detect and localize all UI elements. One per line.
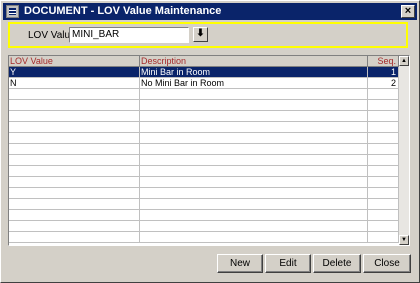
cell-seq[interactable] xyxy=(368,210,399,221)
cell-lov-value[interactable] xyxy=(9,210,140,221)
cell-description[interactable] xyxy=(140,221,368,232)
scroll-down-button[interactable]: ▼ xyxy=(399,235,409,245)
cell-lov-value[interactable] xyxy=(9,122,140,133)
table-row[interactable] xyxy=(9,210,399,221)
table-row[interactable] xyxy=(9,177,399,188)
delete-button[interactable]: Delete xyxy=(313,254,361,273)
lov-value-input[interactable]: MINI_BAR xyxy=(69,27,189,43)
table-row[interactable] xyxy=(9,188,399,199)
down-arrow-icon: ▼ xyxy=(401,237,407,243)
action-buttons: New Edit Delete Close xyxy=(217,254,411,273)
cell-seq[interactable] xyxy=(368,155,399,166)
cell-seq[interactable]: 2 xyxy=(368,78,399,89)
edit-button[interactable]: Edit xyxy=(265,254,311,273)
table-row[interactable] xyxy=(9,111,399,122)
cell-description[interactable] xyxy=(140,155,368,166)
cell-seq[interactable] xyxy=(368,232,399,243)
table-row[interactable] xyxy=(9,155,399,166)
cell-lov-value[interactable]: N xyxy=(9,78,140,89)
cell-seq[interactable] xyxy=(368,100,399,111)
table-row[interactable] xyxy=(9,232,399,243)
cell-description[interactable] xyxy=(140,177,368,188)
cell-description[interactable] xyxy=(140,210,368,221)
table-row[interactable] xyxy=(9,122,399,133)
new-button[interactable]: New xyxy=(217,254,263,273)
cell-seq[interactable] xyxy=(368,166,399,177)
table-row[interactable] xyxy=(9,133,399,144)
table-row[interactable]: N No Mini Bar in Room 2 xyxy=(9,78,399,89)
close-button[interactable]: Close xyxy=(363,254,411,273)
table-row[interactable] xyxy=(9,166,399,177)
cell-lov-value[interactable] xyxy=(9,188,140,199)
cell-lov-value[interactable] xyxy=(9,199,140,210)
cell-description[interactable] xyxy=(140,122,368,133)
cell-description[interactable]: No Mini Bar in Room xyxy=(140,78,368,89)
lov-search-panel: LOV Value MINI_BAR ⬇ xyxy=(8,22,408,48)
table-row[interactable] xyxy=(9,89,399,100)
cell-lov-value[interactable] xyxy=(9,89,140,100)
cell-seq[interactable] xyxy=(368,221,399,232)
grid-header: LOV Value Description Seq. xyxy=(9,56,399,67)
cell-description[interactable] xyxy=(140,100,368,111)
table-row[interactable] xyxy=(9,221,399,232)
cell-description[interactable] xyxy=(140,111,368,122)
table-row[interactable] xyxy=(9,144,399,155)
cell-lov-value[interactable] xyxy=(9,166,140,177)
window-title: DOCUMENT - LOV Value Maintenance xyxy=(24,5,222,17)
cell-lov-value[interactable] xyxy=(9,111,140,122)
cell-description[interactable] xyxy=(140,199,368,210)
table-row[interactable] xyxy=(9,100,399,111)
cell-description[interactable] xyxy=(140,188,368,199)
cell-lov-value[interactable]: Y xyxy=(9,67,140,78)
title-bar[interactable]: DOCUMENT - LOV Value Maintenance × xyxy=(3,3,417,20)
close-window-button[interactable]: × xyxy=(401,5,415,18)
table-row[interactable]: Y Mini Bar in Room 1 xyxy=(9,67,399,78)
cell-seq[interactable] xyxy=(368,144,399,155)
down-arrow-icon: ⬇ xyxy=(196,28,205,39)
cell-seq[interactable] xyxy=(368,188,399,199)
cell-lov-value[interactable] xyxy=(9,133,140,144)
cell-seq[interactable] xyxy=(368,122,399,133)
lov-lookup-button[interactable]: ⬇ xyxy=(193,27,208,42)
app-icon xyxy=(6,5,19,18)
vertical-scrollbar[interactable]: ▲ ▼ xyxy=(399,56,409,245)
cell-lov-value[interactable] xyxy=(9,155,140,166)
cell-lov-value[interactable] xyxy=(9,100,140,111)
table-row[interactable] xyxy=(9,199,399,210)
cell-description[interactable] xyxy=(140,166,368,177)
cell-lov-value[interactable] xyxy=(9,221,140,232)
grid-rows: Y Mini Bar in Room 1 N No Mini Bar in Room 2 xyxy=(9,67,399,243)
scroll-up-button[interactable]: ▲ xyxy=(399,56,409,66)
cell-lov-value[interactable] xyxy=(9,232,140,243)
cell-lov-value[interactable] xyxy=(9,177,140,188)
cell-lov-value[interactable] xyxy=(9,144,140,155)
cell-seq[interactable] xyxy=(368,89,399,100)
cell-seq[interactable] xyxy=(368,177,399,188)
cell-description[interactable] xyxy=(140,232,368,243)
lov-maintenance-window: DOCUMENT - LOV Value Maintenance × LOV V… xyxy=(0,0,420,283)
cell-seq[interactable] xyxy=(368,133,399,144)
cell-description[interactable] xyxy=(140,133,368,144)
cell-seq[interactable] xyxy=(368,199,399,210)
cell-description[interactable] xyxy=(140,144,368,155)
up-arrow-icon: ▲ xyxy=(401,58,407,64)
column-header-description[interactable]: Description xyxy=(140,56,368,67)
column-header-seq[interactable]: Seq. xyxy=(368,56,399,67)
column-header-lov-value[interactable]: LOV Value xyxy=(9,56,140,67)
cell-seq[interactable]: 1 xyxy=(368,67,399,78)
cell-seq[interactable] xyxy=(368,111,399,122)
lov-values-grid: LOV Value Description Seq. Y Mini Bar in … xyxy=(8,55,410,246)
cell-description[interactable]: Mini Bar in Room xyxy=(140,67,368,78)
cell-description[interactable] xyxy=(140,89,368,100)
